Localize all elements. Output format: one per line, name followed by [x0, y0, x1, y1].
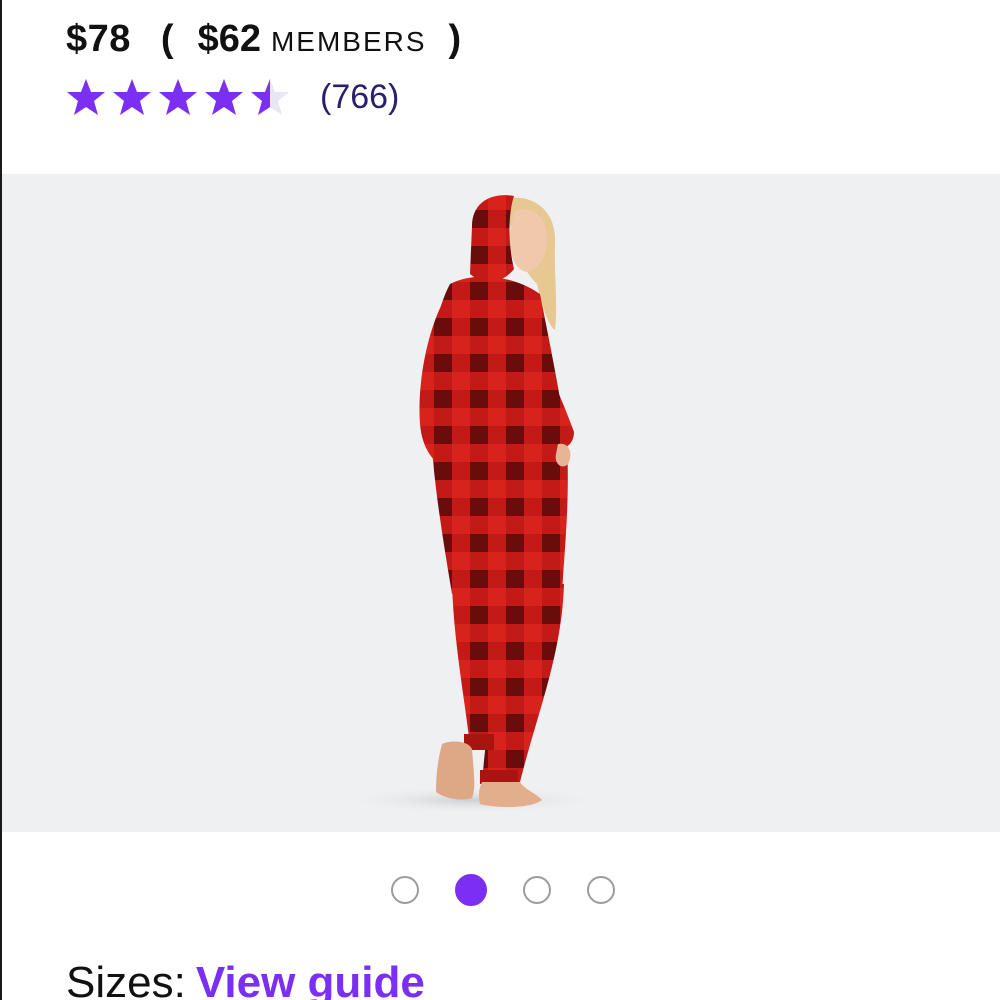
paren-close: ) [448, 18, 462, 60]
star-rating [66, 77, 296, 117]
paren-open: ( [160, 18, 174, 60]
carousel-pagination [391, 874, 615, 906]
carousel-dot[interactable] [523, 876, 551, 904]
regular-price: $78 [66, 18, 131, 60]
carousel-dot[interactable] [587, 876, 615, 904]
view-size-guide-link[interactable]: View guide [196, 958, 425, 1000]
price-row: $78 ( $62 MEMBERS ) [66, 18, 461, 68]
star-half-icon [251, 79, 289, 115]
sizes-row: Sizes: View guide [66, 958, 425, 1000]
member-price: $62 [197, 18, 261, 60]
carousel-dot-active[interactable] [455, 874, 487, 906]
rating-row[interactable]: (766) [66, 74, 399, 120]
star-full-icon [205, 79, 243, 115]
product-detail-page: $78 ( $62 MEMBERS ) (766) Sizes: View gu… [0, 0, 1000, 1000]
sizes-label: Sizes: [66, 958, 186, 1000]
star-full-icon [113, 79, 151, 115]
review-count[interactable]: (766) [320, 78, 399, 117]
product-photo [342, 195, 602, 814]
member-label: MEMBERS [270, 26, 427, 57]
star-full-icon [67, 79, 105, 115]
star-full-icon [159, 79, 197, 115]
product-image-carousel[interactable] [2, 174, 1000, 832]
carousel-dot[interactable] [391, 876, 419, 904]
